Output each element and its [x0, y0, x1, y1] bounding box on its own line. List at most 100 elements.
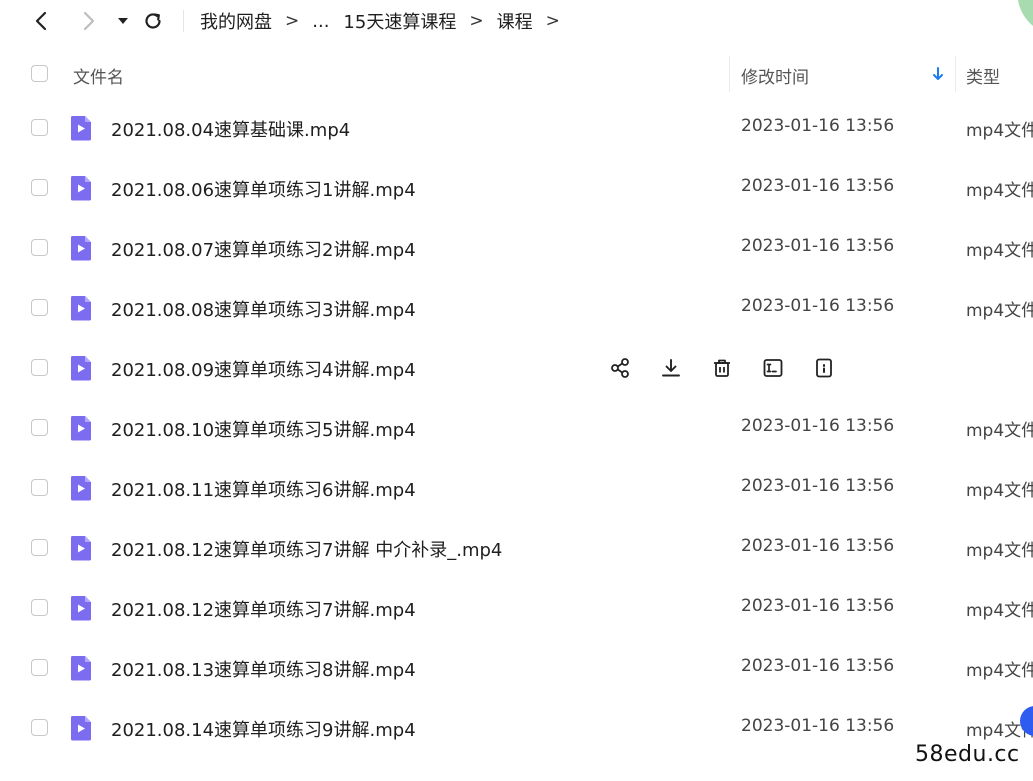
file-type: mp4文件: [966, 481, 1033, 501]
file-type: mp4文件: [966, 241, 1033, 261]
download-button[interactable]: [659, 356, 683, 380]
caret-down-icon: [118, 18, 128, 24]
file-name[interactable]: 2021.08.09速算单项练习4讲解.mp4: [111, 356, 416, 382]
forward-button[interactable]: [76, 8, 102, 34]
file-row[interactable]: 2021.08.08速算单项练习3讲解.mp4 2023-01-16 13:56 m…: [0, 278, 1033, 338]
file-modified-time: 2023-01-16 13:56: [741, 116, 895, 136]
video-file-icon: [69, 295, 93, 321]
file-modified-time: 2023-01-16 13:56: [741, 176, 895, 196]
file-name[interactable]: 2021.08.04速算基础课.mp4: [111, 116, 350, 142]
column-header-modified[interactable]: 修改时间: [741, 63, 809, 88]
row-checkbox[interactable]: [31, 599, 48, 616]
video-file-icon: [69, 595, 93, 621]
file-name[interactable]: 2021.08.12速算单项练习7讲解 中介补录_.mp4: [111, 536, 502, 562]
leaf-decoration-icon: [1018, 0, 1033, 26]
file-type: mp4文件: [966, 601, 1033, 621]
file-type: mp4文件: [966, 421, 1033, 441]
file-row[interactable]: 2021.08.10速算单项练习5讲解.mp4 2023-01-16 13:56 m…: [0, 398, 1033, 458]
file-row[interactable]: 2021.08.06速算单项练习1讲解.mp4 2023-01-16 13:56 m…: [0, 158, 1033, 218]
row-checkbox[interactable]: [31, 419, 48, 436]
video-file-icon: [69, 475, 93, 501]
file-row[interactable]: 2021.08.07速算单项练习2讲解.mp4 2023-01-16 13:56 m…: [0, 218, 1033, 278]
top-navigation: 我的网盘 > ... 15天速算课程 > 课程 >: [0, 0, 1033, 44]
breadcrumb-separator: >: [469, 11, 484, 31]
file-name[interactable]: 2021.08.07速算单项练习2讲解.mp4: [111, 236, 416, 262]
column-header-name[interactable]: 文件名: [73, 63, 124, 88]
video-file-icon: [69, 655, 93, 681]
watermark: 58edu.cc: [915, 742, 1020, 767]
column-divider[interactable]: [729, 56, 730, 92]
nav-divider: [183, 10, 184, 32]
breadcrumb-item[interactable]: 15天速算课程: [343, 8, 456, 34]
file-type: mp4文件: [966, 541, 1033, 561]
video-file-icon: [69, 235, 93, 261]
file-name[interactable]: 2021.08.11速算单项练习6讲解.mp4: [111, 476, 416, 502]
row-checkbox[interactable]: [31, 359, 48, 376]
delete-icon: [711, 357, 733, 379]
file-modified-time: 2023-01-16 13:56: [741, 536, 895, 556]
video-file-icon: [69, 175, 93, 201]
breadcrumb: 我的网盘 > ... 15天速算课程 > 课程 >: [200, 8, 573, 34]
chevron-right-icon: [83, 11, 95, 31]
row-checkbox[interactable]: [31, 239, 48, 256]
arrow-down-icon[interactable]: [932, 67, 944, 81]
file-row[interactable]: 2021.08.11速算单项练习6讲解.mp4 2023-01-16 13:56 m…: [0, 458, 1033, 518]
back-button[interactable]: [28, 8, 54, 34]
column-divider[interactable]: [955, 56, 956, 92]
row-actions: [608, 356, 863, 380]
share-button[interactable]: [608, 356, 632, 380]
row-checkbox[interactable]: [31, 539, 48, 556]
row-checkbox[interactable]: [31, 179, 48, 196]
file-modified-time: 2023-01-16 13:56: [741, 716, 895, 736]
breadcrumb-separator: >: [545, 11, 560, 31]
video-file-icon: [69, 715, 93, 741]
video-file-icon: [69, 115, 93, 141]
file-modified-time: 2023-01-16 13:56: [741, 656, 895, 676]
file-modified-time: 2023-01-16 13:56: [741, 236, 895, 256]
breadcrumb-ellipsis[interactable]: ...: [312, 11, 329, 32]
file-row[interactable]: 2021.08.04速算基础课.mp4 2023-01-16 13:56 mp4文件: [0, 98, 1033, 158]
history-dropdown-button[interactable]: [110, 8, 136, 34]
row-checkbox[interactable]: [31, 299, 48, 316]
file-row[interactable]: 2021.08.09速算单项练习4讲解.mp4: [0, 338, 1033, 398]
file-list: 2021.08.04速算基础课.mp4 2023-01-16 13:56 mp4文件…: [0, 98, 1033, 758]
video-file-icon: [69, 415, 93, 441]
file-type: mp4文件: [966, 181, 1033, 201]
row-checkbox[interactable]: [31, 719, 48, 736]
breadcrumb-item-current[interactable]: 课程: [497, 8, 533, 34]
file-modified-time: 2023-01-16 13:56: [741, 596, 895, 616]
file-name[interactable]: 2021.08.06速算单项练习1讲解.mp4: [111, 176, 416, 202]
video-file-icon: [69, 355, 93, 381]
file-modified-time: 2023-01-16 13:56: [741, 296, 895, 316]
video-file-icon: [69, 535, 93, 561]
breadcrumb-item[interactable]: 我的网盘: [200, 8, 272, 34]
file-type: mp4文件: [966, 301, 1033, 321]
file-type: mp4文件: [966, 661, 1033, 681]
chevron-left-icon: [35, 11, 47, 31]
file-row[interactable]: 2021.08.14速算单项练习9讲解.mp4 2023-01-16 13:56 m…: [0, 698, 1033, 758]
row-checkbox[interactable]: [31, 659, 48, 676]
file-name[interactable]: 2021.08.13速算单项练习8讲解.mp4: [111, 656, 416, 682]
file-type: mp4文件: [966, 121, 1033, 141]
column-header-type[interactable]: 类型: [966, 63, 1000, 88]
file-row[interactable]: 2021.08.12速算单项练习7讲解.mp4 2023-01-16 13:56 m…: [0, 578, 1033, 638]
delete-button[interactable]: [710, 356, 734, 380]
row-checkbox[interactable]: [31, 479, 48, 496]
download-icon: [660, 357, 682, 379]
file-name[interactable]: 2021.08.12速算单项练习7讲解.mp4: [111, 596, 416, 622]
file-row[interactable]: 2021.08.13速算单项练习8讲解.mp4 2023-01-16 13:56 m…: [0, 638, 1033, 698]
file-row[interactable]: 2021.08.12速算单项练习7讲解 中介补录_.mp4 2023-01-16 …: [0, 518, 1033, 578]
file-modified-time: 2023-01-16 13:56: [741, 476, 895, 496]
refresh-button[interactable]: [140, 8, 166, 34]
file-name[interactable]: 2021.08.08速算单项练习3讲解.mp4: [111, 296, 416, 322]
select-all-checkbox[interactable]: [31, 65, 48, 82]
file-name[interactable]: 2021.08.10速算单项练习5讲解.mp4: [111, 416, 416, 442]
rename-button[interactable]: [761, 356, 785, 380]
file-list-header: 文件名 修改时间 类型: [0, 56, 1033, 92]
file-name[interactable]: 2021.08.14速算单项练习9讲解.mp4: [111, 716, 416, 742]
more-button[interactable]: [812, 356, 836, 380]
more-icon: [813, 357, 835, 379]
share-icon: [609, 357, 631, 379]
row-checkbox[interactable]: [31, 119, 48, 136]
rename-icon: [762, 357, 784, 379]
